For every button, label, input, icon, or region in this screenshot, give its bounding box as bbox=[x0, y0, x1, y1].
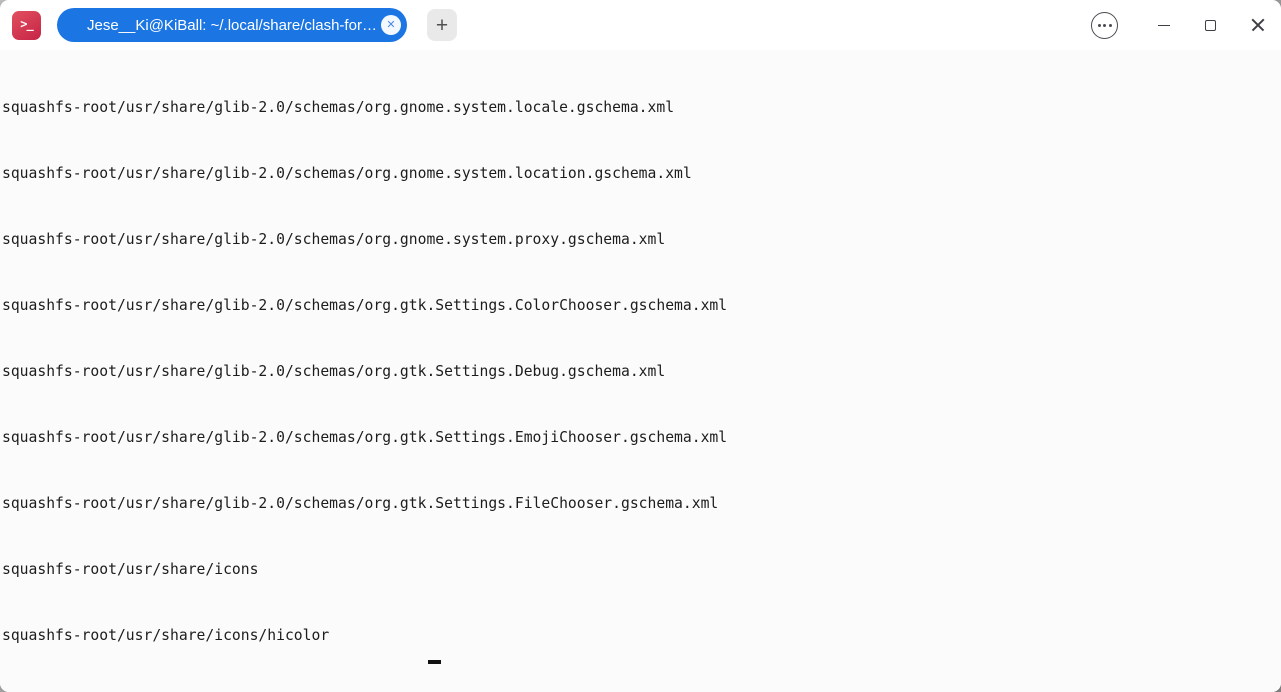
titlebar: >_ Jese__Ki@KiBall: ~/.local/share/clash… bbox=[0, 0, 1281, 50]
close-icon bbox=[1251, 18, 1265, 32]
stray-underscore-mark bbox=[428, 660, 441, 664]
ellipsis-icon bbox=[1098, 24, 1101, 27]
terminal-line: squashfs-root/usr/share/glib-2.0/schemas… bbox=[2, 427, 1281, 449]
terminal-line: squashfs-root/usr/share/glib-2.0/schemas… bbox=[2, 229, 1281, 251]
terminal-line: squashfs-root/usr/share/icons/hicolor bbox=[2, 625, 1281, 647]
tab-active[interactable]: Jese__Ki@KiBall: ~/.local/share/clash-fo… bbox=[57, 8, 407, 42]
terminal-line: squashfs-root/usr/share/glib-2.0/schemas… bbox=[2, 493, 1281, 515]
close-button[interactable] bbox=[1234, 0, 1281, 50]
new-tab-button[interactable]: + bbox=[427, 9, 457, 41]
terminal-app-icon: >_ bbox=[12, 11, 41, 40]
terminal-line: squashfs-root/usr/share/glib-2.0/schemas… bbox=[2, 361, 1281, 383]
terminal-window: >_ Jese__Ki@KiBall: ~/.local/share/clash… bbox=[0, 0, 1281, 692]
terminal-line: squashfs-root/usr/share/glib-2.0/schemas… bbox=[2, 97, 1281, 119]
tab-title: Jese__Ki@KiBall: ~/.local/share/clash-fo… bbox=[87, 17, 377, 34]
menu-button[interactable] bbox=[1091, 12, 1118, 39]
minimize-button[interactable] bbox=[1140, 0, 1187, 50]
tab-close-button[interactable]: ✕ bbox=[381, 15, 401, 35]
maximize-icon bbox=[1205, 20, 1216, 31]
terminal-line: squashfs-root/usr/share/icons bbox=[2, 559, 1281, 581]
maximize-button[interactable] bbox=[1187, 0, 1234, 50]
plus-icon: + bbox=[436, 15, 448, 36]
terminal-prompt-glyph: >_ bbox=[20, 18, 32, 30]
terminal-line: squashfs-root/usr/share/glib-2.0/schemas… bbox=[2, 295, 1281, 317]
close-icon: ✕ bbox=[386, 20, 395, 31]
terminal-output[interactable]: squashfs-root/usr/share/glib-2.0/schemas… bbox=[0, 50, 1281, 692]
terminal-line: squashfs-root/usr/share/glib-2.0/schemas… bbox=[2, 163, 1281, 185]
minimize-icon bbox=[1158, 25, 1170, 26]
